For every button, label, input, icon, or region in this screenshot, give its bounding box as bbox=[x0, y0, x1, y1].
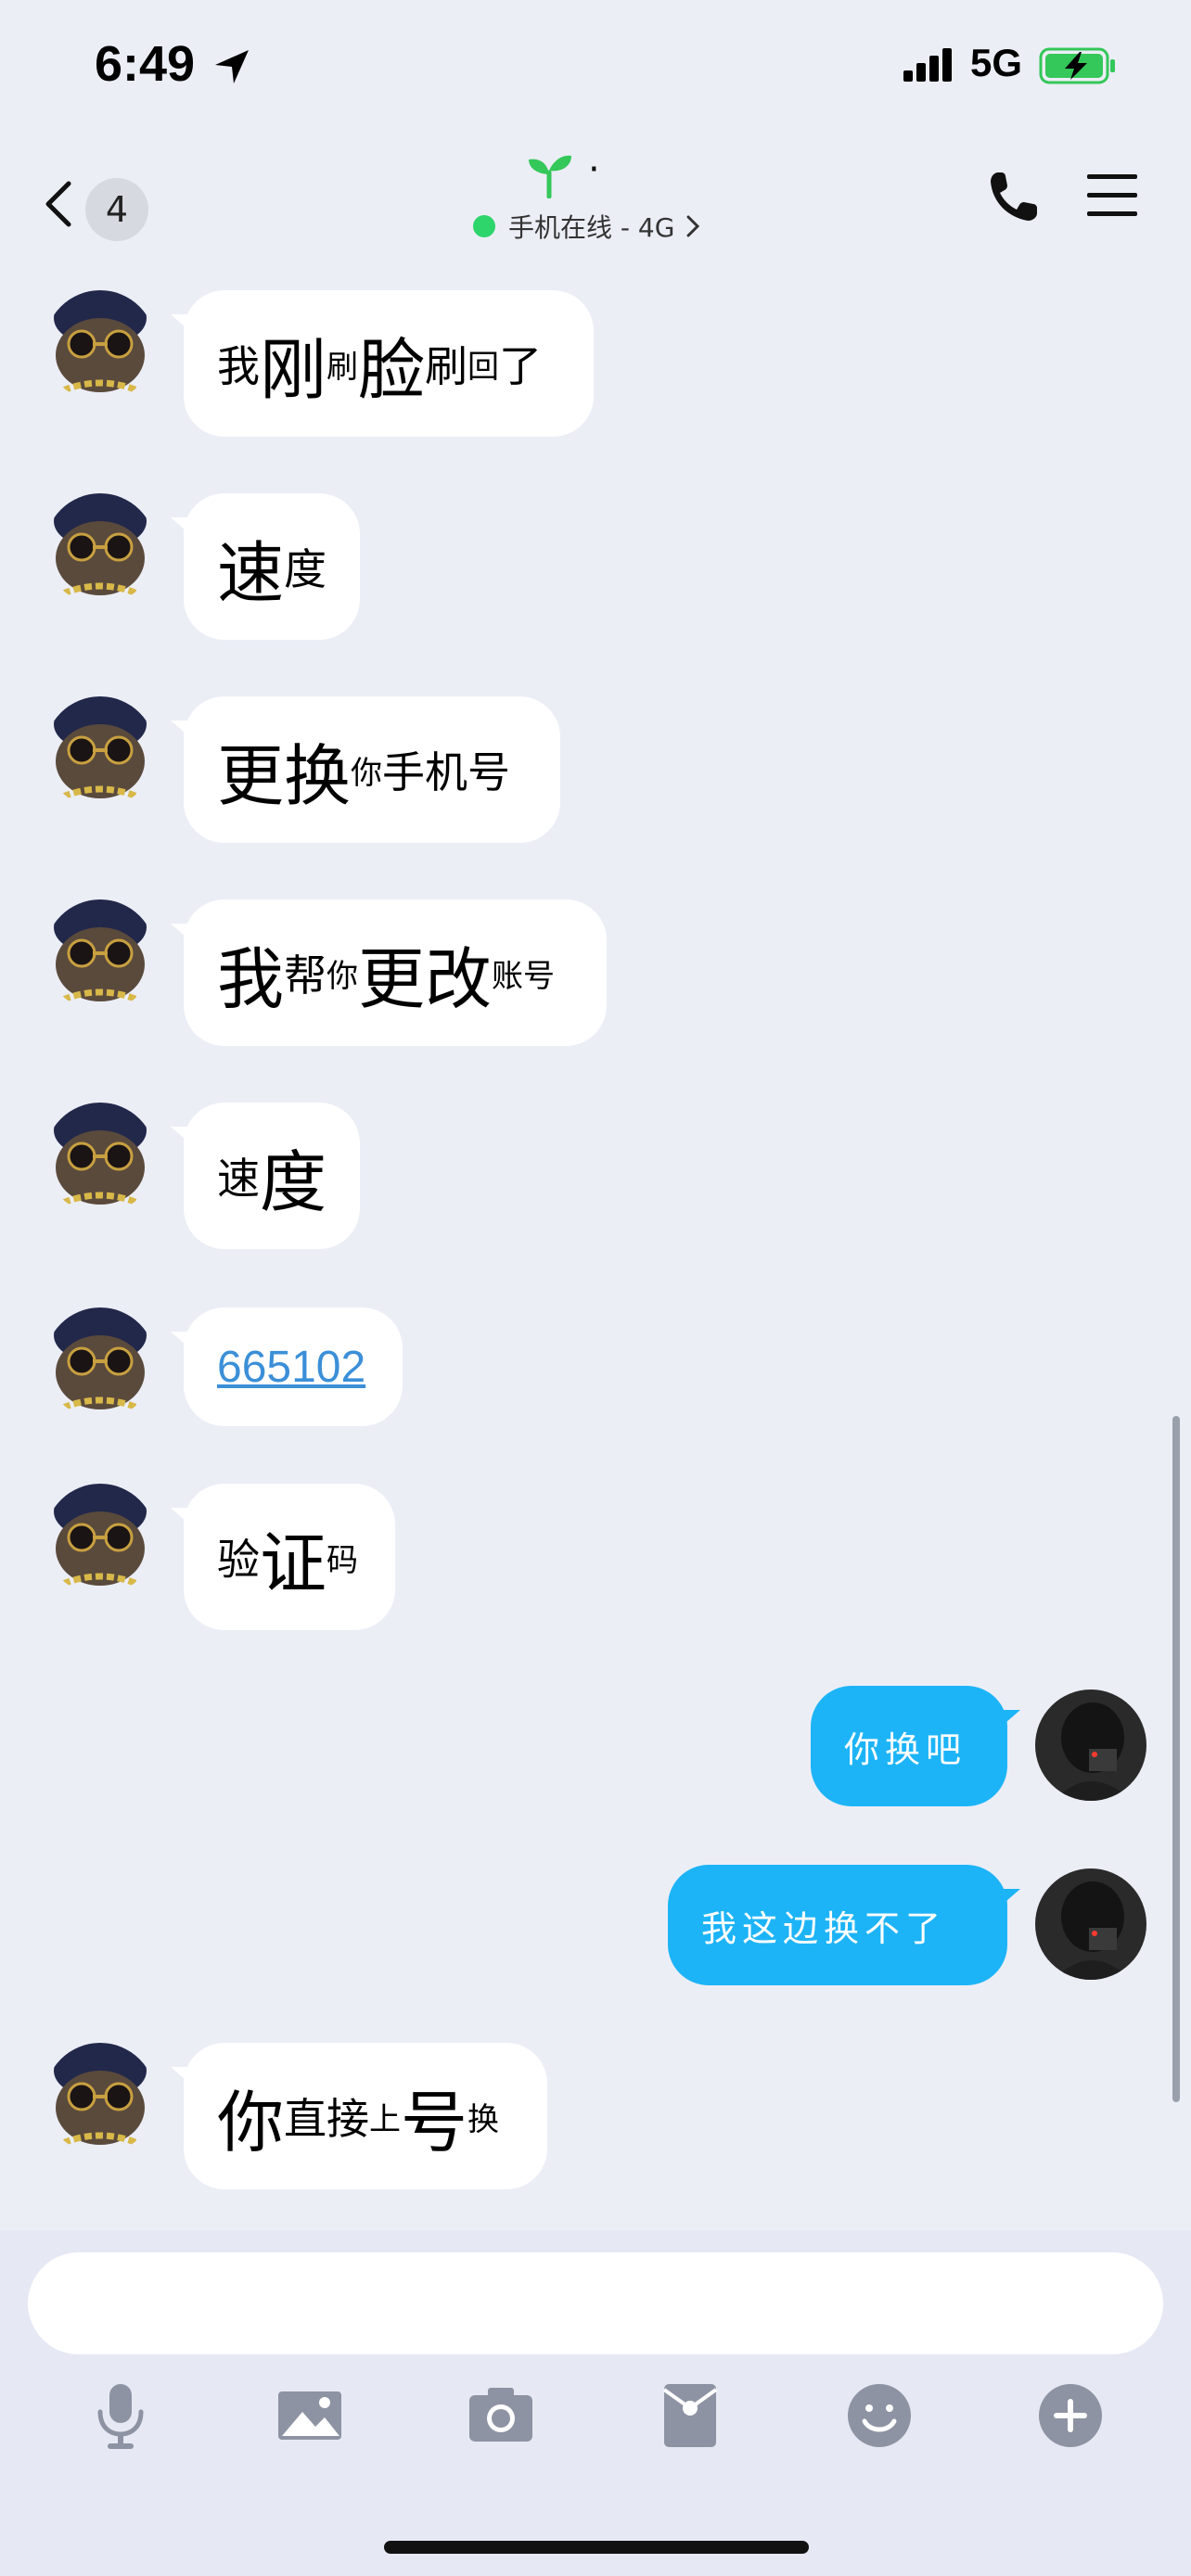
message-text: 更换 bbox=[217, 736, 352, 815]
scrollbar[interactable] bbox=[1172, 1416, 1180, 2102]
message-bubble[interactable]: 速度 bbox=[184, 1103, 360, 1249]
message-text: 帮 bbox=[284, 950, 327, 1001]
incoming-message: 你直接上号换 bbox=[0, 2043, 1191, 2189]
contact-avatar[interactable] bbox=[45, 899, 156, 1011]
incoming-message: 更换你手机号 bbox=[0, 696, 1191, 843]
image-icon[interactable] bbox=[273, 2378, 347, 2453]
message-bubble[interactable]: 你换吧 bbox=[811, 1686, 1007, 1806]
location-arrow-icon bbox=[215, 50, 249, 83]
message-text: 速 bbox=[217, 533, 285, 612]
contact-avatar[interactable] bbox=[45, 290, 156, 402]
status-bar: 6:49 5G bbox=[0, 0, 1191, 139]
menu-icon[interactable] bbox=[1085, 167, 1139, 223]
plus-icon[interactable] bbox=[1033, 2378, 1108, 2453]
signal-bars-icon bbox=[903, 48, 952, 82]
unread-count-badge: 4 bbox=[85, 178, 148, 241]
message-text: 你 bbox=[327, 957, 359, 995]
message-text: 手机号 bbox=[382, 747, 511, 797]
message-text: 我 bbox=[217, 939, 285, 1018]
message-input[interactable] bbox=[28, 2252, 1163, 2354]
online-dot bbox=[473, 215, 495, 237]
contact-avatar[interactable] bbox=[45, 1484, 156, 1595]
message-text: 证 bbox=[260, 1524, 327, 1602]
incoming-message: 我刚刷脸刷回了 bbox=[0, 290, 1191, 437]
message-text: 换 bbox=[467, 2100, 500, 2138]
contact-avatar[interactable] bbox=[45, 493, 156, 605]
message-text: 我 bbox=[217, 341, 260, 391]
message-text: 你 bbox=[351, 754, 383, 792]
message-bubble[interactable]: 速度 bbox=[184, 493, 360, 640]
sprout-icon bbox=[529, 155, 571, 198]
contact-avatar[interactable] bbox=[45, 1103, 156, 1214]
home-indicator[interactable] bbox=[384, 2541, 809, 2554]
message-text: 直接 bbox=[284, 2094, 370, 2144]
incoming-message: 验证码 bbox=[0, 1484, 1191, 1630]
status-time: 6:49 bbox=[95, 36, 196, 92]
outgoing-message: 你换吧 bbox=[0, 1686, 1191, 1806]
message-text: 回 bbox=[467, 348, 500, 386]
message-text: 我这边换不了 bbox=[701, 1907, 947, 1949]
phone-icon[interactable] bbox=[987, 169, 1039, 224]
message-text: 刚 bbox=[260, 330, 327, 409]
message-text: 号 bbox=[401, 2083, 468, 2162]
message-text: 验 bbox=[217, 1535, 260, 1585]
message-bubble[interactable]: 我刚刷脸刷回了 bbox=[184, 290, 594, 437]
microphone-icon[interactable] bbox=[83, 2378, 158, 2453]
message-text: 账号 bbox=[492, 957, 556, 995]
message-bubble[interactable]: 验证码 bbox=[184, 1484, 395, 1630]
network-label: 5G bbox=[970, 41, 1023, 84]
emoji-icon[interactable] bbox=[842, 2378, 916, 2453]
message-text: 度 bbox=[284, 544, 327, 594]
message-text: 刷 bbox=[327, 348, 359, 386]
message-text: 脸 bbox=[358, 330, 426, 409]
message-bubble[interactable]: 更换你手机号 bbox=[184, 696, 560, 843]
message-text: 你 bbox=[217, 2083, 285, 2162]
red-packet-icon[interactable] bbox=[653, 2378, 727, 2453]
battery-charging-icon bbox=[1039, 47, 1115, 84]
back-button[interactable]: 4 bbox=[41, 158, 152, 241]
message-text: 度 bbox=[260, 1142, 327, 1221]
message-bubble[interactable]: 我帮你更改 账号 bbox=[184, 899, 607, 1046]
contact-avatar[interactable] bbox=[45, 2043, 156, 2154]
message-bubble[interactable]: 我这边换不了 bbox=[668, 1865, 1007, 1985]
message-list[interactable]: 我刚刷脸刷回了速度更换你手机号我帮你更改 账号速度 665102 验证码你换吧 我这边换… bbox=[0, 255, 1191, 2230]
message-text: 你换吧 bbox=[844, 1728, 967, 1770]
my-avatar[interactable] bbox=[1035, 1690, 1146, 1801]
online-status[interactable]: 手机在线 - 4G bbox=[473, 206, 702, 247]
outgoing-message: 我这边换不了 bbox=[0, 1865, 1191, 1985]
chat-header: 4 · 手机在线 - 4G bbox=[0, 139, 1191, 255]
message-link[interactable]: 665102 bbox=[217, 1342, 365, 1393]
chevron-right-icon bbox=[686, 215, 700, 237]
my-avatar[interactable] bbox=[1035, 1868, 1146, 1980]
contact-title[interactable]: · bbox=[519, 148, 686, 204]
composer bbox=[0, 2230, 1191, 2576]
message-bubble[interactable]: 665102 bbox=[184, 1307, 403, 1426]
message-bubble[interactable]: 你直接上号换 bbox=[184, 2043, 547, 2189]
online-status-text: 手机在线 - 4G bbox=[508, 212, 675, 243]
incoming-message: 速度 bbox=[0, 1103, 1191, 1249]
message-text: 更改 bbox=[358, 939, 493, 1018]
message-text: 码 bbox=[327, 1541, 359, 1579]
back-chevron-icon bbox=[45, 181, 71, 227]
message-text: 速 bbox=[217, 1154, 260, 1204]
contact-name: · bbox=[588, 148, 600, 191]
contact-avatar[interactable] bbox=[45, 696, 156, 808]
message-text: 了 bbox=[499, 341, 543, 391]
incoming-message: 我帮你更改 账号 bbox=[0, 899, 1191, 1046]
camera-icon[interactable] bbox=[464, 2378, 538, 2453]
incoming-message: 速度 bbox=[0, 493, 1191, 640]
message-text: 上 bbox=[369, 2100, 402, 2138]
message-text: 刷 bbox=[425, 341, 468, 391]
contact-avatar[interactable] bbox=[45, 1307, 156, 1419]
incoming-message: 665102 bbox=[0, 1307, 1191, 1426]
